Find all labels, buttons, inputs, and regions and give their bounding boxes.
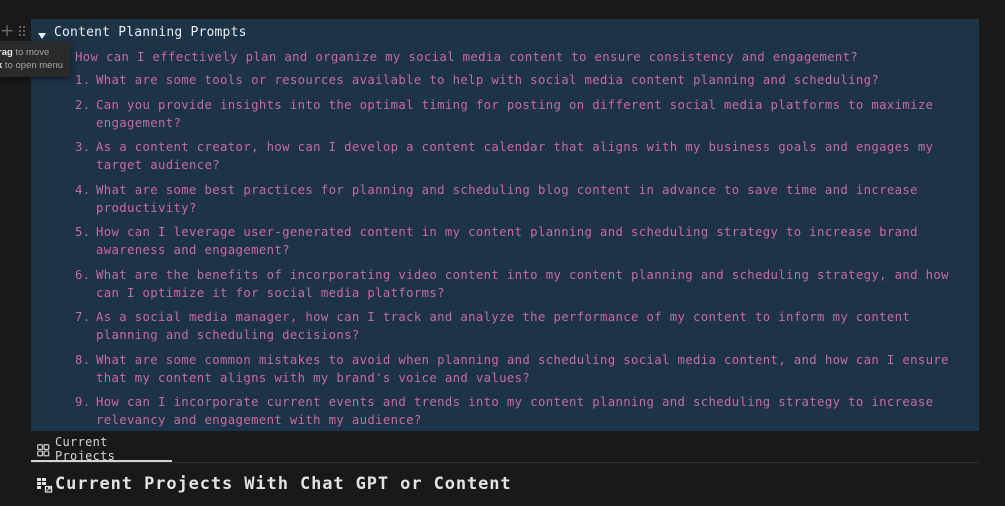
list-item-text: As a content creator, how can I develop …: [96, 140, 934, 172]
list-item-number: 8.: [75, 352, 91, 367]
toggle-title[interactable]: Content Planning Prompts: [54, 25, 247, 40]
list-item-number: 3.: [75, 140, 91, 154]
list-item-number: 7.: [75, 310, 91, 324]
list-item: 2. Can you provide insights into the opt…: [75, 96, 979, 132]
list-item-number: 6.: [75, 267, 91, 282]
list-item: 8. What are some common mistakes to avoi…: [75, 351, 979, 387]
tooltip-drag-line: rag to move: [0, 46, 71, 59]
section-heading: Current Projects With Chat GPT or Conten…: [36, 471, 512, 497]
list-item-text: What are the benefits of incorporating v…: [96, 267, 949, 300]
list-item: 1. What are some tools or resources avai…: [75, 71, 979, 89]
list-item-number: 5.: [75, 225, 91, 239]
tab-label[interactable]: Current Projects: [55, 435, 172, 463]
drag-tooltip: rag to move k to open menu: [0, 41, 71, 77]
plus-icon[interactable]: +: [0, 22, 14, 40]
linked-database-icon: [36, 476, 53, 493]
tooltip-click-line: k to open menu: [0, 59, 71, 72]
block-controls: +: [0, 22, 28, 40]
list-item-text: Can you provide insights into the optima…: [96, 97, 934, 130]
list-item-number: 1.: [75, 73, 91, 87]
tooltip-drag-keyword: rag: [0, 47, 13, 58]
list-item-text: What are some best practices for plannin…: [96, 182, 918, 215]
list-item-number: 2.: [75, 97, 91, 112]
gallery-view-icon: [37, 442, 50, 457]
triangle-down-icon[interactable]: [37, 26, 47, 39]
list-item-text: As a social media manager, how can I tra…: [96, 310, 911, 342]
list-item-text: What are some common mistakes to avoid w…: [96, 352, 949, 385]
tab-current-projects[interactable]: Current Projects: [31, 435, 172, 463]
list-item: 7. As a social media manager, how can I …: [75, 308, 979, 344]
list-item-text: What are some tools or resources availab…: [96, 73, 880, 87]
list-item-number: 4.: [75, 182, 91, 197]
list-item-number: 9.: [75, 395, 91, 409]
prompt-list: 1. What are some tools or resources avai…: [75, 71, 979, 436]
list-item: 4. What are some best practices for plan…: [75, 181, 979, 217]
notion-page: + Content Planning Prompts How can I eff…: [0, 0, 1005, 506]
list-item-text: How can I leverage user-generated conten…: [96, 225, 918, 257]
list-item: 6. What are the benefits of incorporatin…: [75, 266, 979, 302]
toggle-header[interactable]: Content Planning Prompts: [37, 23, 247, 41]
drag-handle-icon[interactable]: [16, 22, 28, 40]
tab-divider: [31, 462, 979, 463]
tooltip-drag-text: to move: [12, 47, 50, 58]
intro-prompt: How can I effectively plan and organize …: [75, 50, 859, 64]
section-heading-text: Current Projects With Chat GPT or Conten…: [55, 474, 512, 494]
list-item-text: How can I incorporate current events and…: [96, 395, 934, 427]
toggle-block-content-planning: Content Planning Prompts How can I effec…: [31, 19, 979, 431]
tooltip-click-text: to open menu: [2, 60, 64, 71]
list-item: 5. How can I leverage user-generated con…: [75, 223, 979, 259]
list-item: 9. How can I incorporate current events …: [75, 393, 979, 429]
list-item: 3. As a content creator, how can I devel…: [75, 138, 979, 174]
